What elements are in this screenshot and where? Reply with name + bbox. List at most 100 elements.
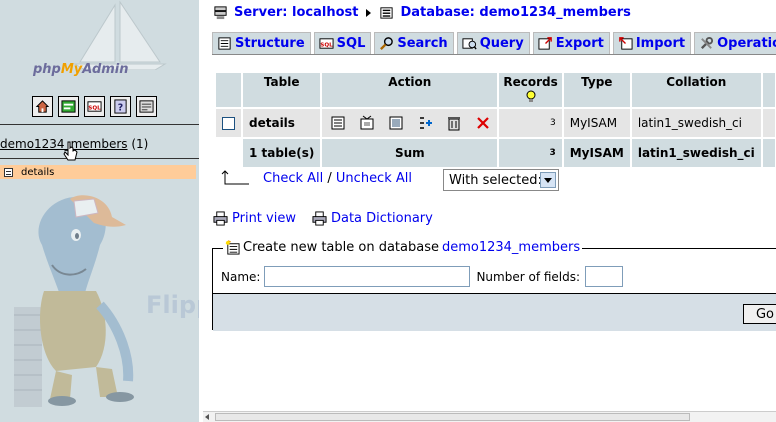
logo-php: php: [33, 62, 61, 77]
row-checkbox[interactable]: [222, 117, 235, 130]
create-table-legend: Create new table on database demo1234_me…: [223, 240, 583, 255]
breadcrumb-database-link[interactable]: Database: demo1234_members: [400, 5, 630, 20]
fields-label: Number of fields:: [476, 269, 581, 284]
create-table-database-link[interactable]: demo1234_members: [442, 240, 580, 255]
fields-count-input[interactable]: [585, 266, 624, 287]
logo-my: My: [60, 62, 83, 77]
home-icon[interactable]: [32, 96, 53, 117]
row-overflow: [762, 109, 775, 137]
breadcrumb-arrow-icon: [366, 8, 372, 17]
new-table-icon: [225, 240, 240, 255]
data-dictionary-icon: [312, 211, 327, 226]
left-divider: [0, 158, 199, 159]
tab-label: Export: [555, 36, 604, 51]
row-type: MyISAM: [563, 109, 630, 137]
query-log-icon[interactable]: [136, 96, 157, 117]
row-checkbox-cell: [216, 109, 241, 137]
svg-text:SQL: SQL: [320, 42, 333, 48]
print-icon: [213, 211, 228, 226]
row-table-name[interactable]: details: [243, 109, 321, 137]
tab-label: Import: [635, 36, 686, 51]
sql-icon[interactable]: SQL: [84, 96, 105, 117]
summary-collation: latin1_swedish_ci: [631, 139, 761, 167]
breadcrumb: Server: localhost Database: demo1234_mem…: [213, 5, 631, 20]
logo-admin: Admin: [82, 62, 129, 77]
create-table-label: Create new table on database: [243, 240, 439, 255]
table-name-input[interactable]: [264, 266, 471, 287]
header-checkbox-column: [216, 73, 241, 107]
create-table-footer: Go: [213, 293, 776, 331]
row-records: 3: [499, 109, 562, 137]
empty-icon[interactable]: [446, 115, 462, 131]
structure-icon[interactable]: [359, 115, 375, 131]
tab-import[interactable]: Import: [612, 32, 692, 54]
tab-label: Search: [397, 36, 448, 51]
check-all-link[interactable]: Check All: [263, 171, 323, 186]
tab-search[interactable]: Search: [374, 32, 454, 54]
print-links: Print view Data Dictionary: [213, 211, 433, 226]
database-icon: [380, 7, 394, 19]
chevron-down-icon[interactable]: [540, 172, 556, 188]
left-navigation-frame: phpMyAdmin SQL ? demo1234_members (1) de…: [0, 0, 199, 422]
insert-icon[interactable]: [417, 115, 433, 131]
print-view-link[interactable]: Print view: [232, 211, 296, 226]
sidebar-item-details[interactable]: details: [0, 165, 196, 179]
table-header-row: Table Action Records Type Collation: [216, 73, 775, 107]
table-row: details 3 MyISAM latin1_swedish_ci: [216, 109, 775, 137]
name-label: Name:: [221, 269, 261, 284]
tab-label: SQL: [336, 36, 366, 51]
search-icon: [380, 37, 394, 50]
drop-icon[interactable]: [475, 115, 491, 131]
summary-table-count: 1 table(s): [243, 139, 321, 167]
browse-icon[interactable]: [330, 115, 346, 131]
left-quick-icons: SQL ?: [32, 96, 157, 117]
row-collation: latin1_swedish_ci: [631, 109, 761, 137]
tab-query[interactable]: Query: [456, 32, 530, 54]
check-separator: /: [327, 170, 332, 186]
tab-bar: Structure SQL SQL Search Query Export Im…: [212, 32, 776, 54]
with-selected-value: With selected:: [449, 172, 542, 188]
with-selected-dropdown[interactable]: With selected:: [443, 169, 559, 191]
create-table-form: Name: Number of fields:: [221, 266, 624, 287]
sidebar-item-label: details: [21, 166, 55, 178]
corner-arrow-icon: [221, 170, 249, 185]
tab-label: Operations: [717, 36, 776, 51]
tab-operations[interactable]: Operations: [694, 32, 776, 54]
header-records: Records: [499, 73, 562, 107]
tab-label: Structure: [235, 36, 305, 51]
sailboat-watermark: [73, 0, 167, 70]
summary-records: 3: [499, 139, 562, 167]
search-table-icon[interactable]: [388, 115, 404, 131]
structure-icon: [218, 37, 231, 50]
go-button[interactable]: Go: [743, 304, 776, 324]
tables-list: Table Action Records Type Collation deta…: [214, 71, 776, 169]
sql-icon: SQL: [319, 38, 334, 49]
left-divider: [0, 124, 199, 125]
tab-export[interactable]: Export: [532, 32, 610, 54]
create-table-fieldset: Create new table on database demo1234_me…: [212, 240, 776, 331]
server-icon: [214, 6, 227, 20]
documentation-icon[interactable]: ?: [110, 96, 131, 117]
header-overflow: [762, 73, 775, 107]
summary-type: MyISAM: [563, 139, 630, 167]
phpmyadmin-logo[interactable]: phpMyAdmin: [33, 62, 129, 77]
summary-empty: [216, 139, 241, 167]
tab-sql[interactable]: SQL SQL: [313, 32, 372, 54]
uncheck-all-link[interactable]: Uncheck All: [336, 171, 412, 186]
header-records-label: Records: [503, 75, 558, 89]
flipperhost-watermark-text: FlipperHost: [146, 291, 199, 319]
summary-row: 1 table(s) Sum 3 MyISAM latin1_swedish_c…: [216, 139, 775, 167]
summary-action: Sum: [322, 139, 498, 167]
header-collation: Collation: [631, 73, 761, 107]
scrollbar-thumb[interactable]: [215, 413, 690, 421]
mouse-cursor-icon: [63, 141, 78, 161]
horizontal-scrollbar[interactable]: [203, 411, 776, 422]
tab-structure[interactable]: Structure: [212, 32, 311, 54]
check-controls: Check All / Uncheck All: [221, 170, 412, 186]
query-window-icon[interactable]: [58, 96, 79, 117]
header-table[interactable]: Table: [243, 73, 321, 107]
breadcrumb-server-link[interactable]: Server: localhost: [234, 5, 358, 20]
lightbulb-icon[interactable]: [525, 90, 537, 104]
data-dictionary-link[interactable]: Data Dictionary: [331, 211, 433, 226]
scroll-left-icon[interactable]: [205, 414, 209, 420]
